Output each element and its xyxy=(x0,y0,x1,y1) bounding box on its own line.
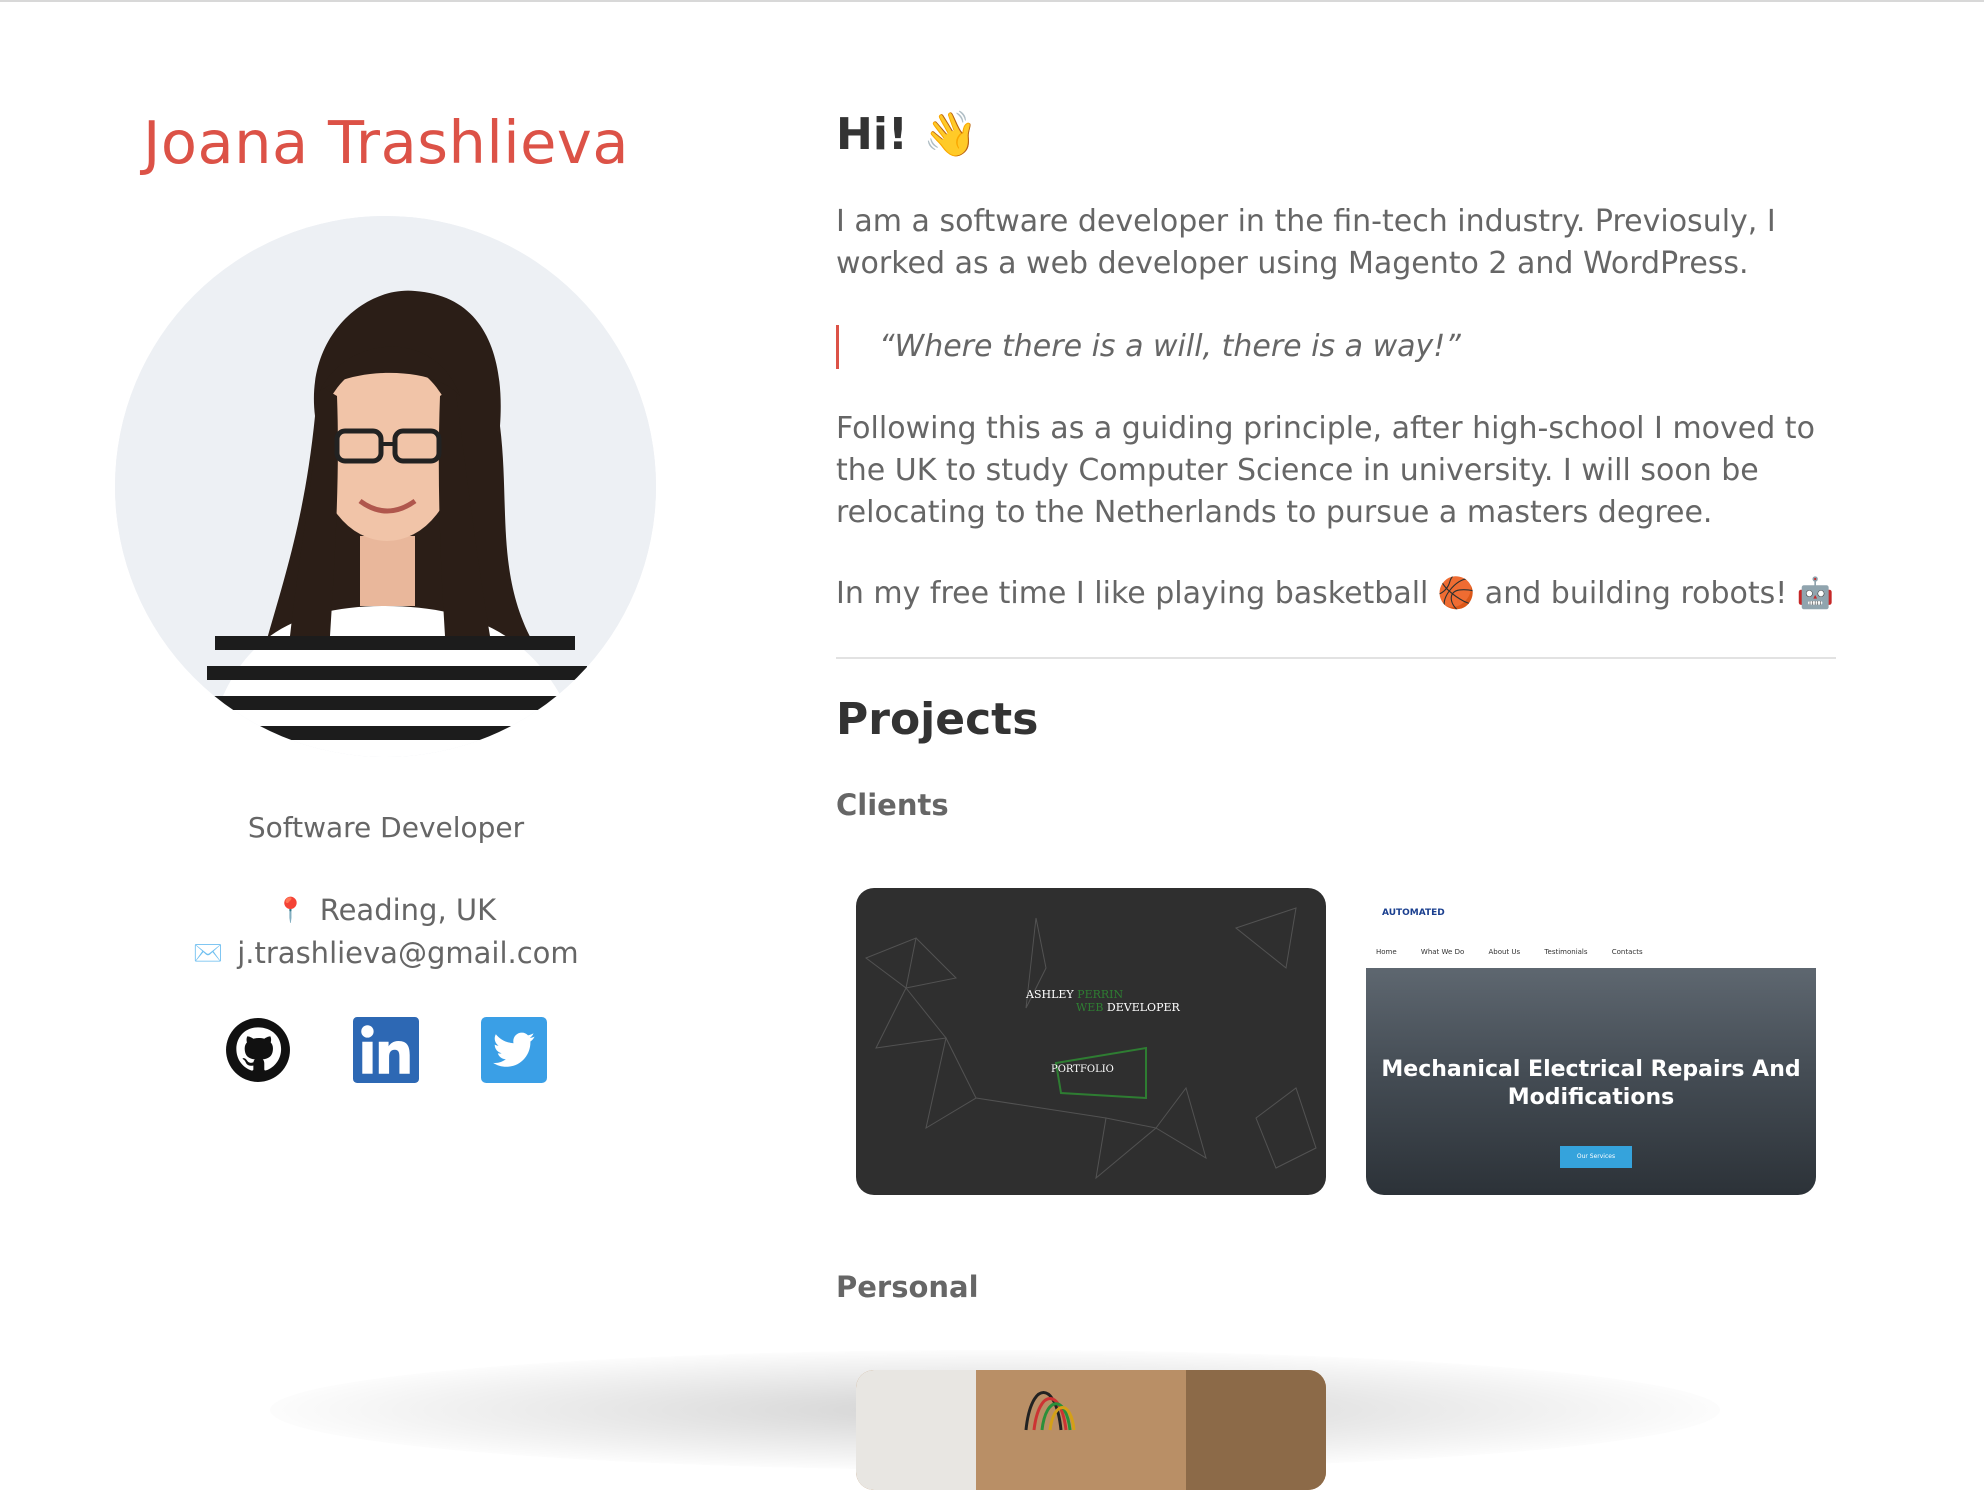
personal-heading: Personal xyxy=(836,1270,979,1304)
portfolio-button: PORTFOLIO xyxy=(1051,1064,1114,1075)
portfolio-title-surname: PERRIN xyxy=(1077,988,1124,1001)
avatar xyxy=(115,216,656,757)
site-hero-title: Mechanical Electrical Repairs And Modifi… xyxy=(1381,1057,1801,1110)
intro-paragraph: I am a software developer in the fin-tec… xyxy=(836,204,1776,281)
blockquote: “Where there is a will, there is a way!” xyxy=(836,325,1461,369)
site-logo: AUTOMATED xyxy=(1382,908,1445,918)
profile-name: Joana Trashlieva xyxy=(142,108,630,177)
hobbies-paragraph: In my free time I like playing basketbal… xyxy=(836,576,1835,611)
pin-icon: 📍 xyxy=(275,896,306,924)
network-graphic xyxy=(864,907,1317,1180)
site-nav-item: What We Do xyxy=(1420,948,1465,956)
email-link[interactable]: j.trashlieva@gmail.com xyxy=(237,936,578,970)
clients-heading: Clients xyxy=(836,788,949,822)
linkedin-icon[interactable] xyxy=(353,1017,419,1083)
greeting-heading: Hi! 👋 xyxy=(836,109,979,160)
avatar-illustration xyxy=(115,216,656,757)
section-divider xyxy=(836,657,1836,659)
robot-photo xyxy=(856,1370,1326,1490)
site-nav-item: Testimonials xyxy=(1544,948,1588,956)
projects-heading: Projects xyxy=(836,694,1039,745)
portfolio-title-web: WEB xyxy=(1076,1001,1104,1014)
site-nav-item: Contacts xyxy=(1611,948,1643,956)
site-nav-item: Home xyxy=(1376,948,1397,956)
portfolio-title-first: ASHLEY xyxy=(1026,988,1078,1001)
site-nav: Home What We Do About Us Testimonials Co… xyxy=(1376,948,1665,956)
portfolio-title: ASHLEY PERRIN WEB DEVELOPER xyxy=(1026,988,1180,1014)
location-line: 📍 Reading, UK xyxy=(0,893,772,927)
site-hero-button: Our Services xyxy=(1560,1146,1632,1168)
project-card-robot[interactable] xyxy=(856,1370,1326,1490)
site-nav-item: About Us xyxy=(1488,948,1521,956)
twitter-icon[interactable] xyxy=(481,1017,547,1083)
github-icon[interactable] xyxy=(225,1017,291,1083)
envelope-icon: ✉️ xyxy=(193,939,224,967)
project-card-automated[interactable]: AUTOMATED Home What We Do About Us Testi… xyxy=(1366,888,1816,1195)
job-title: Software Developer xyxy=(247,811,525,844)
project-card-portfolio[interactable]: ASHLEY PERRIN WEB DEVELOPER PORTFOLIO xyxy=(856,888,1326,1195)
top-border xyxy=(0,0,1984,2)
email-line: ✉️ j.trashlieva@gmail.com xyxy=(0,936,772,970)
site-header: AUTOMATED Home What We Do About Us Testi… xyxy=(1366,888,1816,968)
location-text: Reading, UK xyxy=(319,893,497,927)
background-paragraph: Following this as a guiding principle, a… xyxy=(836,411,1815,530)
portfolio-title-developer: DEVELOPER xyxy=(1103,1001,1180,1014)
